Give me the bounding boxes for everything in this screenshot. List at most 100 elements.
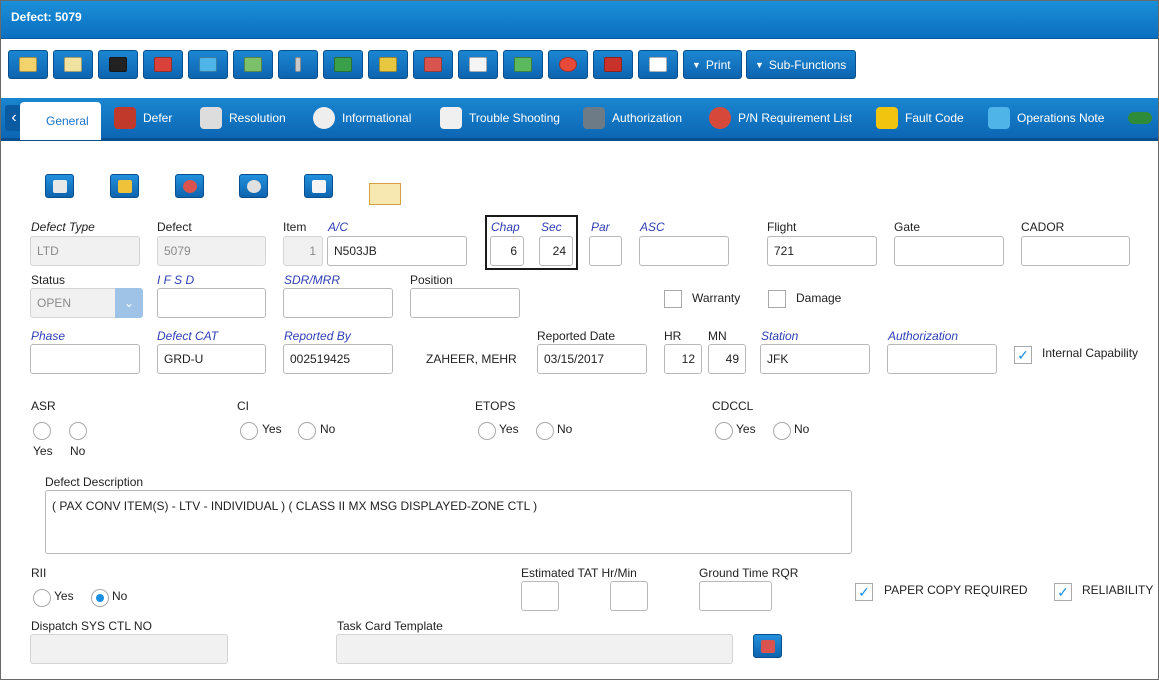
asc-field[interactable] — [639, 236, 729, 266]
aircraft-button[interactable] — [368, 50, 408, 79]
asr-yes-label: Yes — [33, 444, 53, 458]
authorization-label: Authorization — [888, 329, 959, 343]
ifsd-label: I F S D — [157, 273, 195, 287]
book-button[interactable] — [188, 50, 228, 79]
tab-authorization[interactable]: Authorization — [583, 98, 682, 138]
position-field[interactable] — [410, 288, 520, 318]
hr-label: HR — [664, 329, 682, 343]
defect-cat-field[interactable]: GRD-U — [157, 344, 266, 374]
attach-icon — [295, 57, 301, 72]
rii-no-radio[interactable] — [91, 589, 109, 607]
ci-no-radio[interactable] — [298, 422, 316, 440]
lookup-action-button[interactable] — [45, 174, 74, 198]
approve-button[interactable] — [323, 50, 363, 79]
chevron-down-icon[interactable]: ⌄ — [115, 288, 143, 318]
tab-informational[interactable]: Informational — [313, 98, 411, 138]
task-card-field[interactable] — [336, 634, 733, 664]
flight-field[interactable]: 721 — [767, 236, 877, 266]
reported-by-name: ZAHEER, MEHR — [426, 352, 517, 366]
par-field[interactable] — [589, 236, 622, 266]
subfunctions-button[interactable]: ▼ Sub-Functions — [746, 50, 856, 79]
reported-by-field[interactable]: 002519425 — [283, 344, 393, 374]
tab-fault-code[interactable]: Fault Code — [876, 98, 964, 138]
defect-field: 5079 — [157, 236, 266, 266]
tab-resolution[interactable]: Resolution — [200, 98, 286, 138]
asr-no-radio[interactable] — [69, 422, 87, 440]
task-card-lookup-button[interactable] — [753, 634, 782, 658]
plane-icon — [379, 57, 397, 72]
print-button[interactable]: ▼ Print — [683, 50, 742, 79]
estimated-tat-min-field[interactable] — [610, 581, 648, 611]
document-button[interactable] — [458, 50, 498, 79]
etops-no-radio[interactable] — [536, 422, 554, 440]
asr-yes-radio[interactable] — [33, 422, 51, 440]
card-icon — [649, 57, 667, 72]
cdccl-yes-radio[interactable] — [715, 422, 733, 440]
transfer-button[interactable] — [503, 50, 543, 79]
sdr-mrr-field[interactable] — [283, 288, 393, 318]
reported-date-label: Reported Date — [537, 329, 616, 343]
defer-icon — [114, 107, 136, 129]
mail-icon[interactable] — [369, 183, 401, 205]
reported-date-field[interactable]: 03/15/2017 — [537, 344, 647, 374]
tab-operations-note[interactable]: Operations Note — [988, 98, 1104, 138]
clear-button[interactable] — [143, 50, 183, 79]
parts-button[interactable] — [413, 50, 453, 79]
phase-field[interactable] — [30, 344, 140, 374]
defect-description-field[interactable]: ( PAX CONV ITEM(S) - LTV - INDIVIDUAL ) … — [45, 490, 852, 554]
rii-yes-radio[interactable] — [33, 589, 51, 607]
damage-checkbox[interactable] — [768, 290, 786, 308]
image-button[interactable] — [233, 50, 273, 79]
ifsd-field[interactable] — [157, 288, 266, 318]
gate-label: Gate — [894, 220, 921, 234]
document-icon — [469, 57, 487, 72]
defect-label: Defect — [157, 220, 192, 234]
gear-icon — [709, 107, 731, 129]
search-action-button[interactable] — [239, 174, 268, 198]
etops-no-label: No — [557, 422, 573, 436]
parts-action-button[interactable] — [175, 174, 204, 198]
ci-yes-radio[interactable] — [240, 422, 258, 440]
status-button[interactable] — [548, 50, 588, 79]
paper-copy-checkbox[interactable]: ✓ — [855, 583, 873, 601]
gear-icon — [182, 179, 197, 193]
internal-capability-checkbox[interactable]: ✓ — [1014, 346, 1032, 364]
etops-yes-radio[interactable] — [478, 422, 496, 440]
reliability-checkbox[interactable]: ✓ — [1054, 583, 1072, 601]
par-label: Par — [591, 220, 610, 234]
estimated-tat-hr-field[interactable] — [521, 581, 559, 611]
warranty-checkbox[interactable] — [664, 290, 682, 308]
tab-pn-requirement-list[interactable]: P/N Requirement List — [709, 98, 852, 138]
chap-field[interactable]: 6 — [490, 236, 524, 266]
save-button[interactable] — [98, 50, 138, 79]
ac-label: A/C — [328, 220, 349, 234]
ac-field[interactable]: N503JB — [327, 236, 467, 266]
mn-field[interactable]: 49 — [708, 344, 746, 374]
tag-icon — [117, 179, 132, 193]
edit-action-button[interactable] — [304, 174, 333, 198]
search-icon — [246, 179, 261, 193]
tab-trouble-shooting[interactable]: Trouble Shooting — [440, 98, 560, 138]
sec-field[interactable]: 24 — [539, 236, 573, 266]
new-button[interactable] — [8, 50, 48, 79]
gate-field[interactable] — [894, 236, 1004, 266]
attach-button[interactable] — [278, 50, 318, 79]
ground-time-field[interactable] — [699, 581, 772, 611]
cdccl-no-radio[interactable] — [773, 422, 791, 440]
tag-action-button[interactable] — [110, 174, 139, 198]
sign-icon — [604, 57, 622, 72]
tab-defer[interactable]: Defer — [114, 98, 172, 138]
internal-capability-label: Internal Capability — [1042, 346, 1139, 360]
ground-time-label: Ground Time RQR — [699, 566, 799, 580]
tab-more[interactable] — [1128, 98, 1152, 138]
dispatch-label: Dispatch SYS CTL NO — [31, 619, 152, 633]
copy-button[interactable] — [53, 50, 93, 79]
hr-field[interactable]: 12 — [664, 344, 702, 374]
card-button[interactable] — [638, 50, 678, 79]
sign-button[interactable] — [593, 50, 633, 79]
authorization-field[interactable] — [887, 344, 997, 374]
station-field[interactable]: JFK — [760, 344, 870, 374]
tab-general[interactable]: General — [20, 102, 101, 140]
cador-field[interactable] — [1021, 236, 1130, 266]
paper-copy-label: PAPER COPY REQUIRED — [884, 583, 1028, 597]
